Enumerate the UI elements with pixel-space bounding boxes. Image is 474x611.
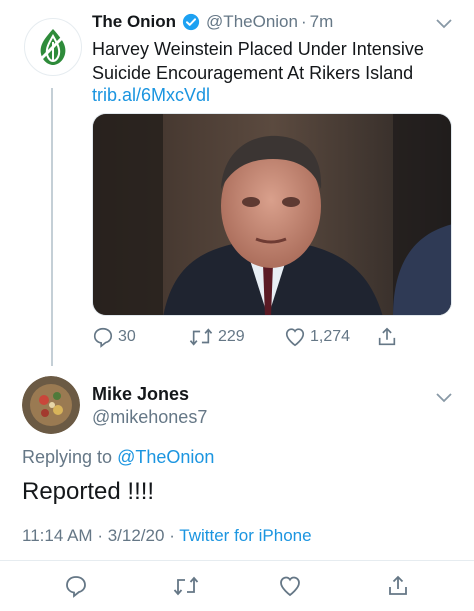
meta-separator-2: · (169, 526, 175, 545)
source-link[interactable]: Twitter for iPhone (179, 526, 311, 545)
reply-count: 30 (118, 328, 136, 345)
share-icon (378, 327, 396, 346)
retweet-icon (189, 328, 213, 346)
replying-to: Replying to @TheOnion (22, 447, 214, 468)
retweet-action[interactable]: 229 (188, 326, 245, 348)
bottom-reply-button[interactable] (64, 574, 88, 603)
reply-author-handle[interactable]: @mikehones7 (92, 407, 207, 428)
heart-icon (285, 328, 305, 347)
chevron-down-icon[interactable] (436, 16, 452, 34)
onion-logo-icon (34, 28, 72, 66)
meta-separator: · (97, 526, 103, 545)
reply-icon (93, 327, 113, 348)
retweet-count: 229 (218, 328, 245, 345)
reply-time: 11:14 AM (22, 526, 93, 545)
share-action[interactable] (376, 326, 402, 348)
thread-line (51, 88, 53, 366)
tweet-link[interactable]: trib.al/6MxcVdl (92, 85, 210, 106)
retweet-icon (173, 576, 199, 596)
reply-avatar[interactable] (22, 376, 80, 434)
tweet-meta: 11:14 AM · 3/12/20 · Twitter for iPhone (22, 526, 312, 546)
tweet-photo[interactable] (92, 113, 452, 316)
heart-icon (280, 576, 300, 597)
share-icon (389, 575, 407, 595)
reply-icon (66, 576, 86, 598)
avatar-image (22, 376, 80, 434)
separator-dot: · (300, 12, 307, 31)
replying-prefix: Replying to (22, 447, 113, 467)
like-action[interactable]: 1,274 (284, 326, 350, 348)
author-handle[interactable]: @TheOnion (206, 12, 298, 32)
reply-author-name[interactable]: Mike Jones (92, 384, 189, 405)
reply-date: 3/12/20 (107, 526, 165, 545)
bottom-like-button[interactable] (278, 574, 302, 603)
bottom-retweet-button[interactable] (172, 574, 200, 603)
avatar[interactable] (24, 18, 82, 76)
tweet-header: The Onion @TheOnion · 7m (92, 12, 333, 32)
like-count: 1,274 (310, 328, 351, 345)
reply-action[interactable]: 30 (92, 326, 136, 348)
tweet-text: Harvey Weinstein Placed Under Intensive … (92, 39, 424, 83)
divider (0, 560, 474, 561)
author-name[interactable]: The Onion (92, 12, 176, 32)
reply-text: Reported !!!! (22, 478, 155, 505)
tweet-time[interactable]: 7m (310, 12, 334, 32)
bottom-share-button[interactable] (386, 574, 410, 603)
photo-image (93, 114, 451, 315)
chevron-down-icon[interactable] (436, 390, 452, 408)
verified-badge-icon (182, 13, 200, 31)
mention-link[interactable]: @TheOnion (117, 447, 214, 467)
